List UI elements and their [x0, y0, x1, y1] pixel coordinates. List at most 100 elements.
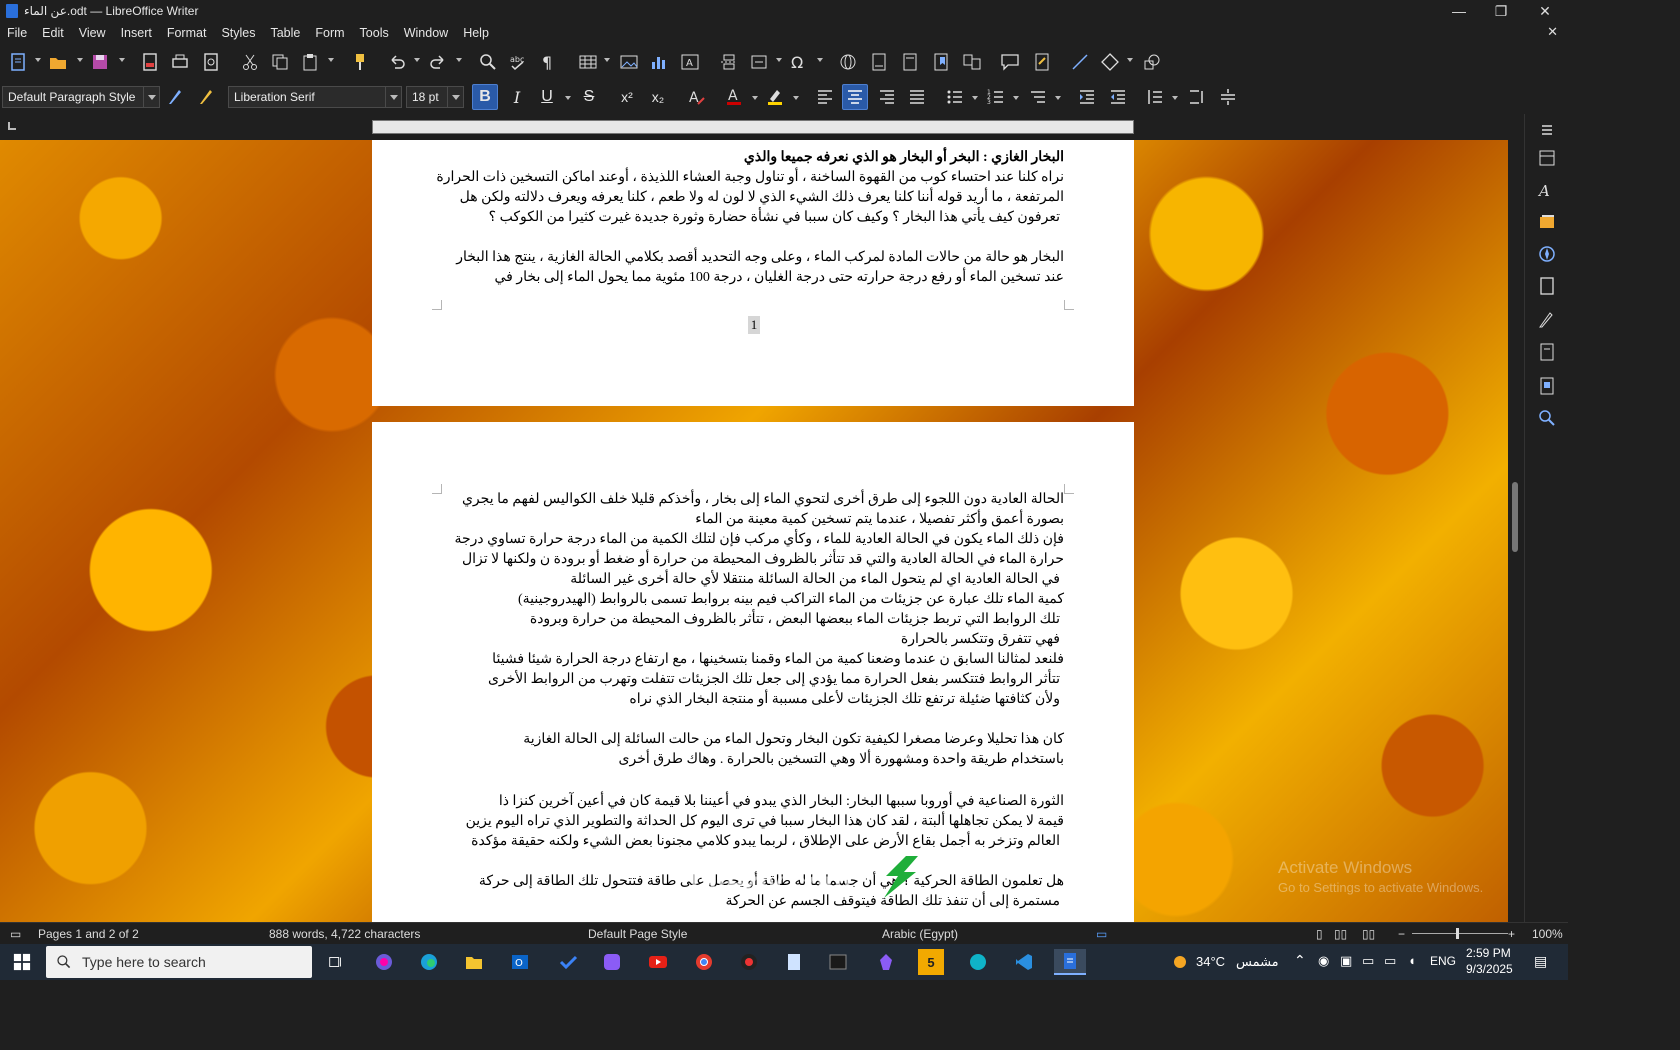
align-left-icon[interactable]: [813, 85, 837, 109]
todo-icon[interactable]: [554, 949, 582, 975]
task-view-icon[interactable]: [322, 949, 350, 975]
page2-line-17[interactable]: قيمة لا يمكن تجاهلها ألبتة ، لقد كان هذا…: [466, 812, 1064, 832]
style-inspector-icon[interactable]: [1535, 308, 1559, 332]
book-view-icon[interactable]: ▯▯: [1362, 927, 1375, 941]
subscript-button[interactable]: x₂: [645, 84, 671, 110]
increase-paragraph-spacing-icon[interactable]: [1185, 85, 1209, 109]
styles-icon[interactable]: A: [1535, 178, 1559, 202]
insert-line-icon[interactable]: [1068, 50, 1092, 74]
clock-time[interactable]: 2:59 PM: [1466, 946, 1511, 960]
line-spacing-icon[interactable]: [1143, 85, 1167, 109]
special-character-icon[interactable]: Ω: [787, 50, 811, 74]
font-name-combo[interactable]: Liberation Serif: [228, 86, 402, 108]
hyperlink-icon[interactable]: [836, 50, 860, 74]
find-replace-icon[interactable]: [476, 50, 500, 74]
zoom-level[interactable]: 100%: [1532, 927, 1563, 941]
volume-icon[interactable]: ◖: [1408, 953, 1416, 968]
cut-icon[interactable]: [238, 50, 262, 74]
chevron-down-icon[interactable]: [447, 87, 463, 107]
vscode-icon[interactable]: [1010, 949, 1038, 975]
maximize-button[interactable]: ❐: [1480, 0, 1522, 22]
page1-line-1[interactable]: البخار الغازي : البخر أو البخار هو الذي …: [744, 148, 1064, 168]
terminal-icon[interactable]: [824, 949, 852, 975]
print-preview-icon[interactable]: [199, 50, 223, 74]
insert-table-icon[interactable]: [576, 50, 600, 74]
weather-description[interactable]: مشمس: [1236, 954, 1279, 970]
track-changes-icon[interactable]: [1030, 50, 1054, 74]
page2-line-8[interactable]: فهي تتفرق وتتكسر بالحرارة: [901, 630, 1060, 650]
app-badge-icon[interactable]: 5: [918, 949, 944, 975]
font-color-icon[interactable]: A: [722, 85, 746, 109]
superscript-button[interactable]: x²: [614, 84, 640, 110]
page1-line-6[interactable]: البخار هو حالة من حالات المادة لمركب الم…: [456, 248, 1064, 268]
zoom-in-icon[interactable]: +: [1508, 927, 1515, 941]
manage-changes-icon[interactable]: [1535, 340, 1559, 364]
page2-line-5[interactable]: في الحالة العادية اي لم يتحول الماء من ا…: [570, 570, 1060, 590]
minimize-button[interactable]: —: [1438, 0, 1480, 22]
print-icon[interactable]: [168, 50, 192, 74]
clone-formatting-icon[interactable]: [348, 50, 372, 74]
taskbar-search-box[interactable]: Type here to search: [46, 946, 312, 978]
save-icon[interactable]: [88, 50, 112, 74]
cross-reference-icon[interactable]: [960, 50, 984, 74]
highlight-color-icon[interactable]: [763, 85, 787, 109]
notifications-icon[interactable]: ▤: [1534, 953, 1547, 970]
bookmark-icon[interactable]: [929, 50, 953, 74]
horizontal-ruler[interactable]: [0, 114, 1520, 140]
text-language[interactable]: Arabic (Egypt): [882, 927, 958, 941]
insert-chart-icon[interactable]: [647, 50, 671, 74]
navigator-icon[interactable]: [1535, 242, 1559, 266]
gallery-icon[interactable]: [1535, 210, 1559, 234]
tray-app-icon[interactable]: ▣: [1340, 953, 1352, 969]
tab-stop-icon[interactable]: [8, 122, 16, 130]
page2-line-9[interactable]: فلنعد لمثالنا السابق ن عندما وضعنا كمية …: [492, 650, 1064, 670]
footnote-icon[interactable]: [867, 50, 891, 74]
monitor-icon[interactable]: ▭: [1384, 953, 1396, 969]
page-2[interactable]: الحالة العادية دون اللجوء إلى طرق أخرى ل…: [372, 422, 1134, 922]
comment-icon[interactable]: [998, 50, 1022, 74]
windows-start-icon[interactable]: [8, 949, 36, 975]
design-icon[interactable]: [1535, 374, 1559, 398]
zoom-slider[interactable]: [1412, 933, 1508, 934]
page2-line-10[interactable]: تتأثر الروابط فتتكسر بفعل الحرارة مما يؤ…: [488, 670, 1060, 690]
menu-format[interactable]: Format: [160, 26, 215, 40]
page1-line-2[interactable]: نراه كلنا عند احتساء كوب من القهوة الساخ…: [436, 168, 1064, 188]
page1-line-4[interactable]: تعرفون كيف يأتي هذا البخار ؟ وكيف كان سب…: [489, 208, 1060, 228]
properties-icon[interactable]: [1535, 146, 1559, 170]
page-1[interactable]: البخار الغازي : البخر أو البخار هو الذي …: [372, 140, 1134, 406]
youtube-icon[interactable]: [644, 949, 672, 975]
page-icon[interactable]: [1535, 274, 1559, 298]
spelling-icon[interactable]: abc: [506, 50, 530, 74]
menu-tools[interactable]: Tools: [353, 26, 397, 40]
menu-view[interactable]: View: [72, 26, 114, 40]
decrease-indent-icon[interactable]: [1106, 85, 1130, 109]
page1-line-3[interactable]: المرتفعة ، ما أريد قوله أننا كلنا يعرف ذ…: [460, 188, 1064, 208]
formatting-marks-icon[interactable]: ¶: [536, 50, 560, 74]
menu-window[interactable]: Window: [397, 26, 456, 40]
page2-line-7[interactable]: تلك الروابط التي تربط جزيئات الماء ببعضه…: [530, 610, 1060, 630]
page1-line-7[interactable]: عند تسخين الماء أو رفع درجة حرارته حتى د…: [495, 268, 1064, 288]
vertical-scrollbar[interactable]: [1508, 140, 1524, 922]
page2-line-16[interactable]: الثورة الصناعية في أوروبا سببها البخار: …: [499, 792, 1064, 812]
multi-page-view-icon[interactable]: ▯▯: [1334, 927, 1347, 941]
redo-icon[interactable]: [426, 50, 450, 74]
weather-temperature[interactable]: 34°C: [1196, 954, 1225, 969]
m365-icon[interactable]: [598, 949, 626, 975]
page2-line-4[interactable]: حرارة الماء في الحالة العادية والتي قد ت…: [462, 550, 1064, 570]
zoom-out-icon[interactable]: −: [1398, 927, 1405, 941]
outlook-icon[interactable]: O: [506, 949, 534, 975]
page2-line-6[interactable]: كمية الماء تلك عبارة عن جزيئات من الماء …: [518, 590, 1064, 610]
page2-line-13[interactable]: كان هذا تحليلا وعرضا مصغرا لكيفية تكون ا…: [523, 730, 1064, 750]
new-document-icon[interactable]: [6, 50, 30, 74]
canva-icon[interactable]: [964, 949, 992, 975]
clear-formatting-icon[interactable]: A: [685, 85, 709, 109]
page2-line-18[interactable]: العالم وتزخر به أجمل بقاع الأرض على الإط…: [471, 832, 1060, 852]
paragraph-style-combo[interactable]: Default Paragraph Style: [2, 86, 160, 108]
weather-icon[interactable]: [1166, 949, 1194, 975]
close-document-button[interactable]: ✕: [1547, 24, 1558, 40]
copy-icon[interactable]: [268, 50, 292, 74]
close-button[interactable]: ✕: [1524, 0, 1566, 22]
align-right-icon[interactable]: [875, 85, 899, 109]
document-canvas[interactable]: البخار الغازي : البخر أو البخار هو الذي …: [0, 140, 1508, 922]
underline-button[interactable]: U: [534, 84, 560, 110]
